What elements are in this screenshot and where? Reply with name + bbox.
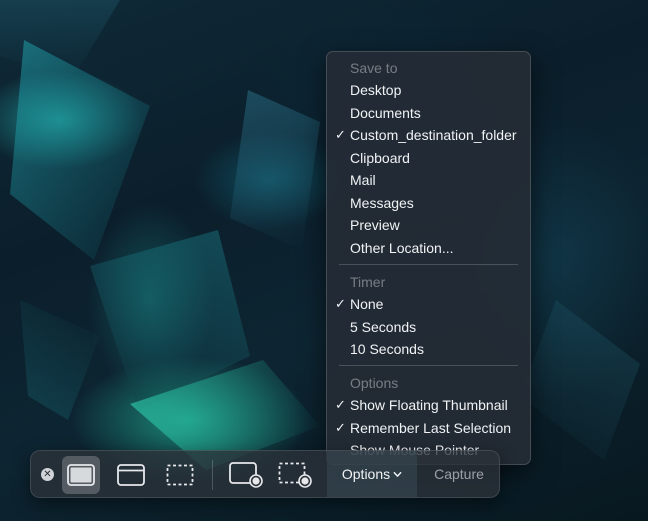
menu-item-label: 5 Seconds — [350, 319, 417, 335]
close-icon[interactable]: ✕ — [41, 468, 54, 481]
menu-header-options: Options — [350, 375, 399, 391]
menu-item-label: 10 Seconds — [350, 341, 424, 357]
record-entire-screen-button[interactable] — [227, 456, 265, 494]
checkmark-icon — [335, 80, 347, 100]
menu-header-save-to: Save to — [350, 60, 398, 76]
capture-button[interactable]: Capture — [421, 451, 497, 497]
options-button-label: Options — [341, 466, 391, 482]
menu-separator — [339, 365, 518, 366]
menu-item-label: Documents — [350, 105, 421, 121]
capture-entire-screen-button[interactable] — [62, 456, 100, 494]
menu-item-remember-last-selection[interactable]: ✓ Remember Last Selection — [327, 418, 530, 438]
checkmark-icon: ✓ — [335, 296, 346, 311]
wallpaper-shard — [230, 90, 320, 250]
menu-header-timer: Timer — [350, 274, 386, 290]
checkmark-icon — [335, 317, 347, 337]
screenshot-toolbar: ✕ Options Capture — [30, 450, 500, 498]
record-selected-portion-button[interactable] — [276, 456, 314, 494]
checkmark-icon: ✓ — [335, 127, 346, 142]
capture-selected-portion-button[interactable] — [161, 456, 199, 494]
menu-item-label: Mail — [350, 172, 376, 188]
menu-item-custom-destination-folder[interactable]: ✓ Custom_destination_folder — [327, 125, 530, 145]
menu-item-label: Preview — [350, 217, 400, 233]
menu-item-label: Messages — [350, 195, 414, 211]
menu-item-label: Custom_destination_folder — [350, 127, 517, 143]
menu-item-documents[interactable]: Documents — [327, 103, 530, 123]
menu-item-label: Remember Last Selection — [350, 420, 512, 436]
wallpaper-shard — [10, 40, 150, 260]
toolbar-divider — [212, 460, 213, 490]
menu-item-preview[interactable]: Preview — [327, 215, 530, 235]
checkmark-icon — [335, 193, 347, 213]
menu-item-show-floating-thumbnail[interactable]: ✓ Show Floating Thumbnail — [327, 395, 530, 415]
window-icon — [117, 464, 145, 486]
desktop-wallpaper — [0, 0, 648, 521]
menu-item-label: Show Floating Thumbnail — [350, 397, 508, 413]
menu-item-timer-none[interactable]: ✓ None — [327, 294, 530, 314]
menu-item-clipboard[interactable]: Clipboard — [327, 148, 530, 168]
checkmark-icon — [335, 170, 347, 190]
menu-item-timer-10-seconds[interactable]: 10 Seconds — [327, 339, 530, 359]
options-button[interactable]: Options — [327, 451, 417, 497]
checkmark-icon — [335, 103, 347, 123]
record-screen-icon — [229, 462, 263, 488]
menu-item-mail[interactable]: Mail — [327, 170, 530, 190]
wallpaper-shard — [20, 300, 100, 420]
selection-marquee-icon — [166, 464, 194, 486]
menu-item-desktop[interactable]: Desktop — [327, 80, 530, 100]
chevron-down-icon — [393, 471, 402, 477]
entire-screen-icon — [67, 464, 95, 486]
menu-item-label: Desktop — [350, 82, 402, 98]
menu-item-messages[interactable]: Messages — [327, 193, 530, 213]
menu-item-label: Clipboard — [350, 150, 410, 166]
capture-selected-window-button[interactable] — [112, 456, 150, 494]
checkmark-icon: ✓ — [335, 397, 346, 412]
menu-item-timer-5-seconds[interactable]: 5 Seconds — [327, 317, 530, 337]
checkmark-icon — [335, 148, 347, 168]
options-menu: Save to Desktop Documents ✓ Custom_desti… — [326, 51, 531, 465]
checkmark-icon — [335, 339, 347, 359]
capture-button-label: Capture — [434, 466, 484, 482]
checkmark-icon — [335, 215, 347, 235]
menu-separator — [339, 264, 518, 265]
checkmark-icon: ✓ — [335, 420, 346, 435]
menu-item-other-location[interactable]: Other Location... — [327, 238, 530, 258]
checkmark-icon — [335, 238, 347, 258]
menu-item-label: Other Location... — [350, 240, 454, 256]
menu-item-label: None — [350, 296, 384, 312]
record-selection-icon — [278, 462, 312, 488]
wallpaper-shard — [520, 300, 640, 460]
